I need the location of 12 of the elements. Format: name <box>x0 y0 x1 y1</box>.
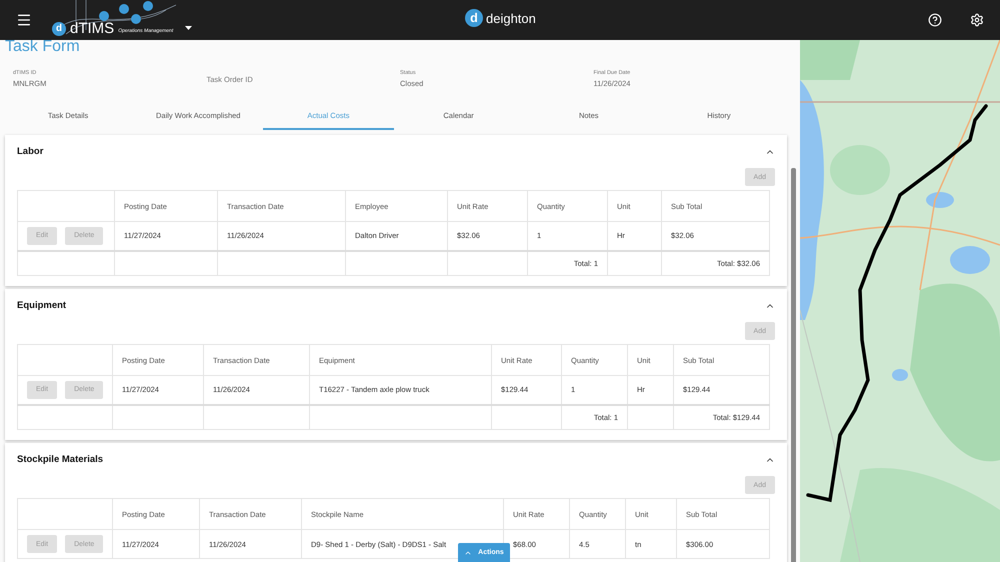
settings-icon[interactable] <box>970 13 984 27</box>
menu-icon[interactable] <box>16 12 32 28</box>
caret-icon[interactable] <box>185 26 192 30</box>
scrollbar[interactable] <box>791 168 796 562</box>
brand-mark: d <box>465 9 483 27</box>
section-title: Equipment <box>17 300 66 311</box>
logo-mark: d <box>52 22 66 36</box>
section-title: Labor <box>17 146 44 157</box>
section-title: Stockpile Materials <box>17 454 104 465</box>
help-icon[interactable] <box>928 13 942 27</box>
app-name: dTIMS <box>70 21 114 36</box>
brand-name: deighton <box>486 10 536 26</box>
